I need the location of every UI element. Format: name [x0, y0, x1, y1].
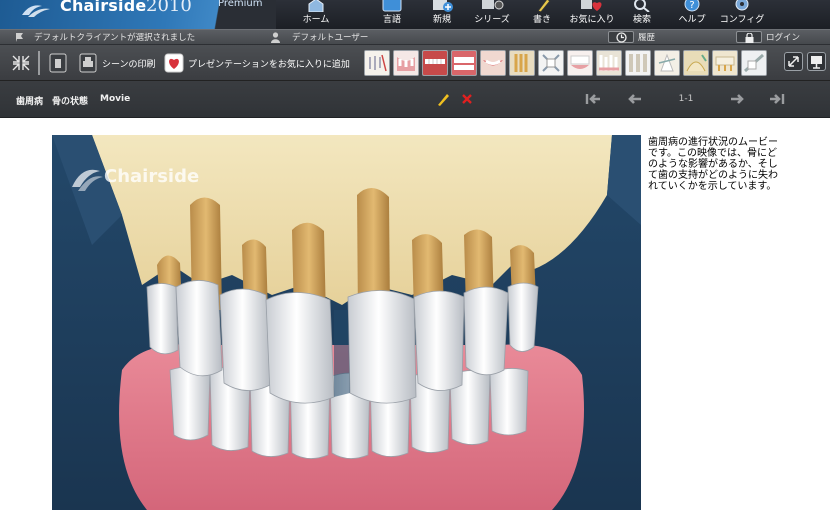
- toolbar-divider: [38, 51, 40, 75]
- brand-area: Chairside 2010 Premium: [0, 0, 276, 29]
- brand-edition: Premium: [218, 0, 263, 9]
- history-label[interactable]: 履歴: [638, 31, 655, 43]
- edit-pencil-icon[interactable]: [434, 92, 452, 106]
- breadcrumb-topic[interactable]: 歯周病: [16, 94, 43, 107]
- top-bar: Chairside 2010 Premium ホーム 言語 新規 シリーズ 書き…: [0, 0, 830, 29]
- status-bar: デフォルトクライアントが選択されました デフォルトユーザー 履歴 ログイン: [0, 29, 830, 45]
- heart-icon: [581, 0, 602, 11]
- nav-search-label: 検索: [632, 15, 651, 25]
- app-window: Chairside 2010 Premium ホーム 言語 新規 シリーズ 書き…: [0, 0, 830, 510]
- brand-name: Chairside: [60, 0, 147, 15]
- main-nav: ホーム 言語 新規 シリーズ 書き お気に入り 検索 ? ヘルプ コンフィグ: [290, 0, 770, 29]
- nav-pen-button[interactable]: 書き: [516, 0, 568, 29]
- chairside-watermark-icon: [72, 169, 103, 191]
- nav-new-button[interactable]: 新規: [416, 0, 468, 29]
- nav-series-button[interactable]: シリーズ: [466, 0, 518, 29]
- movie-viewer[interactable]: Chairside: [52, 135, 641, 510]
- presentation-icon: [811, 56, 822, 69]
- nav-config-label: コンフィグ: [719, 15, 765, 25]
- nav-help-button[interactable]: ? ヘルプ: [666, 0, 718, 29]
- next-page-icon[interactable]: [728, 92, 746, 106]
- scene-thumbnail[interactable]: [567, 50, 593, 76]
- heart-icon: [164, 53, 184, 73]
- nav-new-label: 新規: [432, 15, 451, 25]
- content-area: Chairside 歯周病の進行状況のムービーです。この映像では、骨にどのような…: [0, 118, 830, 510]
- client-icon: [16, 33, 23, 42]
- user-status-text: デフォルトユーザー: [292, 33, 369, 43]
- scene-thumbnail[interactable]: [393, 50, 419, 76]
- lock-icon: [745, 33, 754, 43]
- pen-icon: [537, 0, 551, 12]
- last-page-icon[interactable]: [768, 92, 786, 106]
- scene-thumbnail[interactable]: [654, 50, 680, 76]
- delete-x-icon[interactable]: [458, 92, 476, 106]
- search-icon: [634, 0, 650, 12]
- fullscreen-button[interactable]: [784, 52, 803, 71]
- scene-thumbnail[interactable]: [509, 50, 535, 76]
- nav-pen-label: 書き: [532, 15, 551, 25]
- language-icon: [382, 0, 402, 12]
- brand-year: 2010: [146, 0, 192, 16]
- scene-thumbnail[interactable]: [538, 50, 564, 76]
- breadcrumb-subtopic[interactable]: 骨の状態: [52, 94, 88, 107]
- home-icon: [308, 0, 324, 12]
- add-favorite-button[interactable]: プレゼンテーションをお気に入りに追加: [164, 53, 359, 73]
- nav-home-button[interactable]: ホーム: [290, 0, 342, 29]
- scene-thumbnail[interactable]: [741, 50, 767, 76]
- nav-search-button[interactable]: 検索: [616, 0, 668, 29]
- presentation-button[interactable]: [807, 52, 826, 71]
- nav-favorites-label: お気に入り: [569, 15, 615, 25]
- user-icon: [271, 32, 280, 43]
- login-button[interactable]: [736, 31, 762, 43]
- new-icon: [433, 0, 453, 12]
- periodontal-scene-image: [52, 135, 641, 510]
- scene-thumbnail[interactable]: [422, 50, 448, 76]
- first-page-icon[interactable]: [584, 92, 602, 106]
- scene-thumbnail[interactable]: [596, 50, 622, 76]
- scene-thumbnail[interactable]: [480, 50, 506, 76]
- grid-layout-icon: [12, 55, 30, 71]
- nav-favorites-button[interactable]: お気に入り: [566, 0, 618, 29]
- scene-toolbar: シーンの印刷 プレゼンテーションをお気に入りに追加: [0, 45, 830, 81]
- printer-icon: [79, 53, 97, 73]
- client-status-text: デフォルトクライアントが選択されました: [34, 33, 196, 43]
- breadcrumb-type: Movie: [100, 94, 131, 104]
- nav-home-label: ホーム: [302, 15, 330, 25]
- svg-text:?: ?: [689, 0, 694, 11]
- scene-thumbnail[interactable]: [683, 50, 709, 76]
- document-icon: [49, 53, 67, 73]
- nav-language-label: 言語: [382, 15, 401, 25]
- scene-thumbnail[interactable]: [625, 50, 651, 76]
- chairside-logo-icon: [22, 5, 50, 17]
- scene-description: 歯周病の進行状況のムービーです。この映像では、骨にどのような影響があるか、そして…: [648, 137, 778, 192]
- nav-config-button[interactable]: コンフィグ: [716, 0, 768, 29]
- config-icon: [735, 0, 749, 11]
- expand-icon: [788, 56, 799, 67]
- scene-nav-bar: 歯周病 骨の状態 Movie 1-1: [0, 81, 830, 118]
- print-scene-label: シーンの印刷: [102, 60, 156, 70]
- layout-button[interactable]: [10, 53, 32, 73]
- help-icon: ?: [684, 0, 700, 12]
- chairside-watermark-text: Chairside: [104, 166, 200, 187]
- scene-thumbnail[interactable]: [364, 50, 390, 76]
- add-favorite-label: プレゼンテーションをお気に入りに追加: [188, 60, 350, 70]
- nav-series-label: シリーズ: [474, 15, 510, 25]
- scene-thumbnail[interactable]: [451, 50, 477, 76]
- page-counter: 1-1: [678, 94, 694, 104]
- login-label[interactable]: ログイン: [766, 31, 800, 43]
- scene-info-button[interactable]: [48, 53, 70, 73]
- history-button[interactable]: [608, 31, 634, 43]
- clock-icon: [616, 32, 627, 43]
- previous-page-icon[interactable]: [626, 92, 644, 106]
- nav-language-button[interactable]: 言語: [366, 0, 418, 29]
- scene-thumbnails: [364, 50, 778, 78]
- series-icon: [482, 0, 504, 10]
- print-scene-button[interactable]: シーンの印刷: [78, 53, 158, 73]
- nav-help-label: ヘルプ: [678, 15, 706, 25]
- scene-thumbnail[interactable]: [712, 50, 738, 76]
